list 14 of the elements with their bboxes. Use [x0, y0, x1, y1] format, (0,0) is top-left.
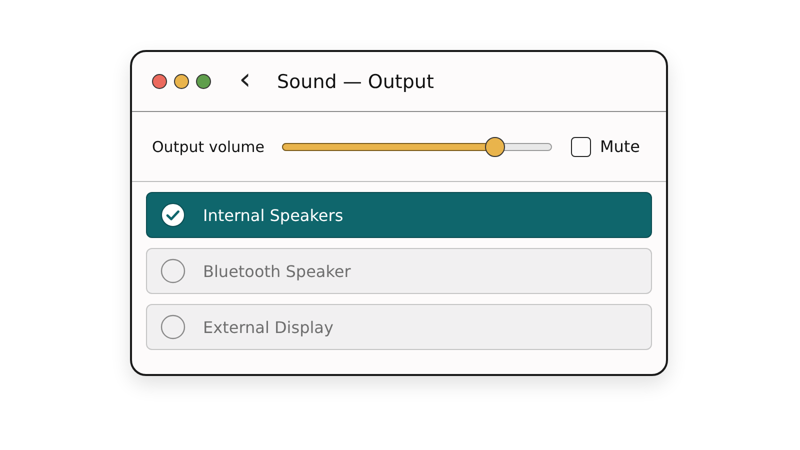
mute-checkbox[interactable]: Mute: [570, 136, 640, 156]
window-title: Sound — Output: [277, 70, 434, 92]
check-circle-icon: [160, 202, 186, 228]
device-option[interactable]: Internal Speakers: [146, 192, 652, 238]
back-button[interactable]: ‹: [235, 64, 255, 94]
slider-thumb[interactable]: [484, 136, 505, 156]
minimize-icon[interactable]: [174, 74, 189, 89]
device-option[interactable]: External Display: [146, 304, 652, 350]
zoom-icon[interactable]: [196, 74, 211, 89]
device-option[interactable]: Bluetooth Speaker: [146, 248, 652, 294]
close-icon[interactable]: [152, 74, 167, 89]
radio-circle-icon: [160, 314, 186, 340]
volume-label: Output volume: [152, 138, 266, 156]
radio-circle-icon: [160, 258, 186, 284]
